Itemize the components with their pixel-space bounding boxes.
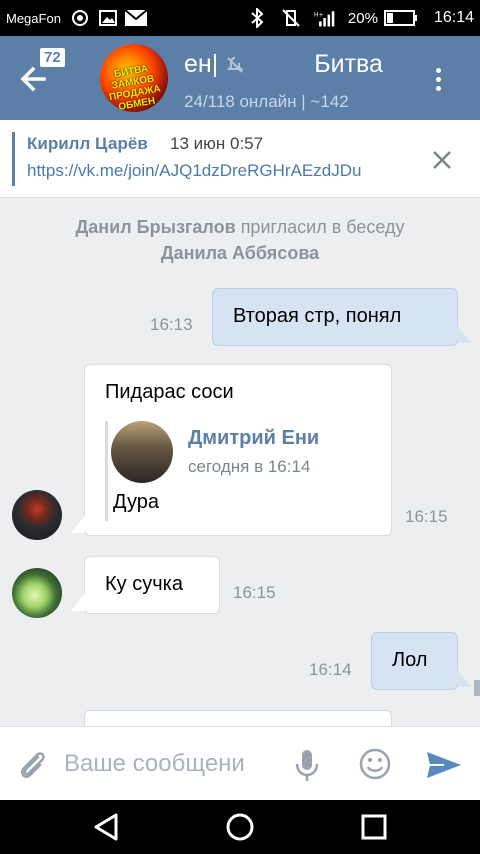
smiley-icon — [359, 748, 391, 780]
paperclip-icon — [20, 752, 45, 778]
status-time: 16:14 — [433, 9, 474, 26]
chat-title-left: ен| — [184, 50, 219, 78]
pinned-accent-bar — [12, 132, 15, 186]
forwarded-avatar[interactable] — [111, 421, 173, 483]
system-nav-bar — [0, 800, 480, 854]
attach-button[interactable] — [14, 747, 50, 783]
message-bubble-outgoing[interactable]: Лол — [371, 632, 471, 690]
forwarded-message[interactable]: Дмитрий Ени сегодня в 16:14 Дура — [105, 421, 355, 521]
avatar-text: БИТВА ЗАМКОВ ПРОДАЖА ОБМЕН — [108, 63, 162, 112]
pinned-date: 13 июн 0:57 — [170, 134, 264, 153]
message-text: Лол — [392, 649, 428, 671]
triangle-back-icon — [94, 813, 118, 841]
service-action: пригласил в беседу — [240, 217, 405, 237]
microphone-icon — [295, 750, 319, 781]
svg-text:H+: H+ — [314, 12, 323, 18]
forwarded-text: Дура — [113, 491, 160, 513]
unread-badge: 72 — [40, 48, 65, 67]
dot — [435, 76, 441, 82]
mute-icon — [226, 56, 244, 74]
chat-title-right: Битва — [314, 50, 383, 78]
dot — [435, 67, 441, 73]
sender-avatar[interactable] — [12, 568, 62, 618]
chat-header: 72 БИТВА ЗАМКОВ ПРОДАЖА ОБМЕН ен| Битва … — [0, 36, 480, 120]
hotspot-icon — [69, 7, 91, 29]
message-bubble-incoming[interactable]: Ку сучка — [71, 556, 220, 614]
status-bar: MegaFon H+ 20% 16:14 — [0, 0, 480, 36]
square-recents-icon — [361, 814, 387, 840]
close-icon — [433, 151, 451, 169]
message-time: 16:15 — [405, 507, 448, 526]
service-message: Данил Брызгалов пригласил в беседу Данил… — [0, 214, 480, 266]
nav-home-button[interactable] — [224, 811, 256, 843]
bubble-tail — [457, 325, 471, 343]
message-text: Пидарас соси — [105, 381, 234, 403]
mail-icon — [124, 7, 147, 29]
service-actor: Данил Брызгалов — [75, 217, 236, 237]
battery-icon — [383, 7, 418, 29]
more-menu-button[interactable] — [426, 62, 450, 96]
send-icon — [427, 752, 461, 778]
chat-avatar[interactable]: БИТВА ЗАМКОВ ПРОДАЖА ОБМЕН — [100, 44, 168, 112]
dot — [435, 85, 441, 91]
message-time: 16:15 — [233, 583, 276, 602]
bluetooth-icon — [246, 7, 268, 29]
message-bubble-incoming[interactable] — [84, 710, 392, 726]
message-bubble-incoming[interactable]: Пидарас соси Дмитрий Ени сегодня в 16:14… — [71, 364, 392, 536]
image-icon — [97, 7, 119, 29]
chat-title[interactable]: ен| Битва — [184, 50, 394, 79]
carrier-label: MegaFon — [6, 10, 61, 26]
signal-icon: H+ — [314, 7, 336, 29]
unpin-close-button[interactable] — [426, 144, 458, 176]
chat-online-status: 24/118 онлайн | ~142 — [184, 92, 349, 111]
forwarded-date: сегодня в 16:14 — [188, 457, 311, 476]
message-text: Ку сучка — [105, 573, 183, 595]
message-time: 16:13 — [150, 315, 193, 334]
emoji-button[interactable] — [358, 747, 392, 781]
pinned-message[interactable]: Кирилл Царёв 13 июн 0:57 https://vk.me/j… — [0, 120, 480, 198]
bubble-tail — [457, 669, 471, 687]
bubble-tail — [71, 515, 85, 533]
battery-percent: 20% — [347, 9, 378, 27]
sender-avatar[interactable] — [12, 490, 62, 540]
scrollbar[interactable] — [474, 680, 480, 696]
message-input[interactable] — [64, 741, 282, 787]
forwarded-author[interactable]: Дмитрий Ени — [188, 427, 319, 450]
back-button[interactable] — [18, 62, 54, 96]
bubble-tail — [71, 593, 85, 611]
message-bubble-outgoing[interactable]: Вторая стр, понял — [212, 288, 471, 346]
vibrate-off-icon — [280, 7, 302, 29]
circle-home-icon — [226, 813, 254, 841]
message-time: 16:14 — [309, 660, 352, 679]
nav-recents-button[interactable] — [358, 811, 390, 843]
service-target: Данила Аббясова — [160, 243, 320, 263]
nav-back-button[interactable] — [90, 811, 122, 843]
voice-message-button[interactable] — [292, 747, 322, 783]
pinned-author: Кирилл Царёв — [27, 134, 148, 153]
message-text: Вторая стр, понял — [233, 305, 402, 327]
send-button[interactable] — [424, 747, 464, 783]
pinned-link[interactable]: https://vk.me/join/AJQ1dzDreRGHrAEzdJDu — [27, 161, 412, 181]
message-list[interactable]: Данил Брызгалов пригласил в беседу Данил… — [0, 198, 480, 726]
arrow-left-icon — [20, 66, 46, 92]
composer — [0, 726, 480, 800]
